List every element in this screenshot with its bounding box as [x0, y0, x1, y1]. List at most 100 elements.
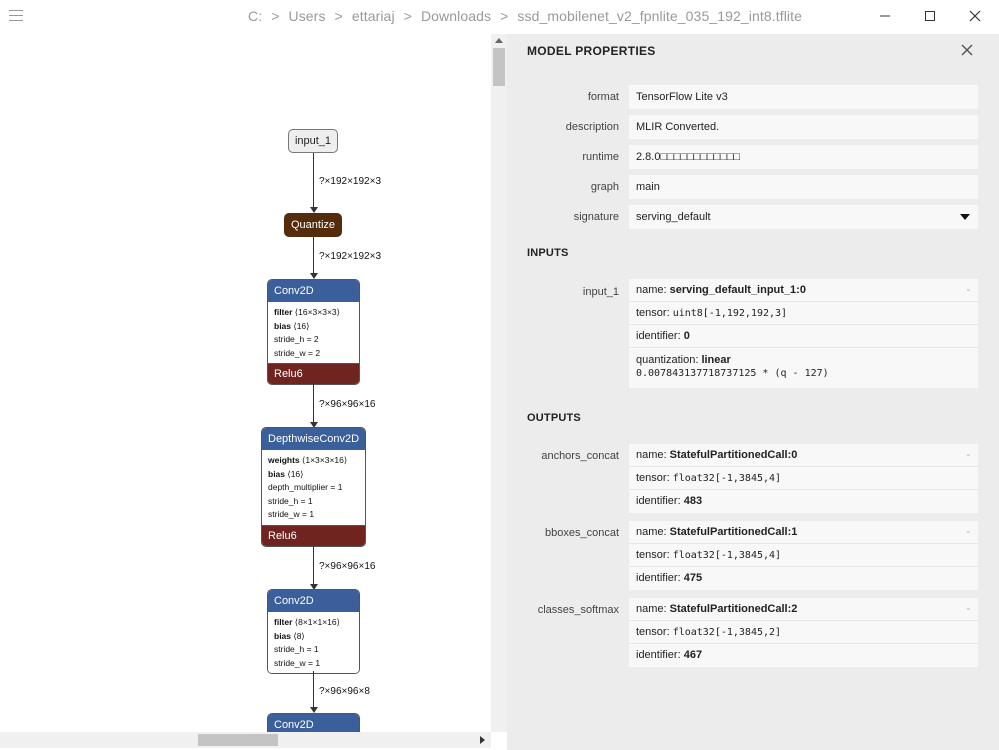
graph-node-input[interactable]: input_1 — [288, 129, 338, 153]
graph-node-depthwiseconv2d[interactable]: DepthwiseConv2D weights ⟨1×3×3×16⟩ bias … — [261, 427, 366, 547]
edge-label: ?×192×192×3 — [319, 251, 382, 262]
model-properties-panel: MODEL PROPERTIES format TensorFlow Lite … — [507, 34, 999, 750]
tensor-type: uint8[-1,192,192,3] — [672, 308, 788, 319]
attr-value: ⟨16×3×3×3⟩ — [294, 307, 340, 317]
title-bar: C: > Users > ettariaj > Downloads > ssd_mobilene… — [0, 0, 999, 34]
node-title: Conv2D — [268, 280, 359, 302]
graph-edge — [313, 546, 314, 584]
node-attributes: filter ⟨16×3×3×3⟩ bias ⟨16⟩ stride_h = 2… — [268, 302, 359, 363]
attr-stride-w: stride_w = 1 — [268, 509, 315, 519]
signature-select[interactable]: serving_default — [629, 205, 978, 229]
node-title: Conv2D — [268, 590, 359, 612]
tensor-name: StatefulPartitionedCall:1 — [669, 526, 798, 538]
name-prefix: name: — [636, 284, 670, 296]
graph-canvas[interactable]: input_1 ?×192×192×3 Quantize ?×192×192×3… — [0, 34, 491, 732]
attr-value: ⟨8⟩ — [293, 630, 305, 641]
breadcrumb-separator: > — [500, 8, 509, 24]
hamburger-menu-icon[interactable] — [9, 10, 23, 22]
tensor-identifier: 467 — [683, 649, 703, 661]
graph-node-conv2d[interactable]: Conv2D filter ⟨16×3×3×3⟩ bias ⟨16⟩ strid… — [267, 279, 360, 385]
graph-value: main — [629, 175, 978, 199]
breadcrumb-item[interactable]: Users — [288, 8, 325, 24]
tensor-name: StatefulPartitionedCall:0 — [669, 449, 798, 461]
tensor-identifier: 475 — [683, 572, 703, 584]
scroll-right-arrow-icon[interactable] — [480, 736, 485, 744]
close-icon[interactable] — [959, 42, 975, 58]
attr-value: ⟨8×1×1×16⟩ — [294, 617, 340, 627]
window-close-button[interactable] — [952, 0, 998, 32]
attr-stride-h: stride_h = 1 — [268, 495, 313, 506]
edge-label: ?×96×96×16 — [319, 561, 376, 572]
graph-node-conv2d[interactable]: Conv2D — [267, 713, 360, 732]
panel-title: MODEL PROPERTIES — [527, 44, 656, 58]
breadcrumb-item[interactable]: Downloads — [421, 8, 491, 24]
identifier-prefix: identifier: — [636, 330, 684, 342]
quantization-prefix: quantization: — [636, 354, 702, 366]
output-label: classes_softmax — [537, 604, 619, 616]
tensor-identifier: 0 — [683, 330, 690, 342]
chevron-down-icon — [960, 214, 970, 220]
outputs-section-title: OUTPUTS — [527, 412, 581, 424]
output-details: name: StatefulPartitionedCall:2 - tensor:… — [629, 598, 978, 667]
graph-node-conv2d[interactable]: Conv2D filter ⟨8×1×1×16⟩ bias ⟨8⟩ stride… — [267, 589, 360, 674]
tensor-type: float32[-1,3845,2] — [672, 627, 782, 638]
collapse-button[interactable]: - — [966, 598, 970, 621]
minimize-button[interactable] — [862, 0, 908, 32]
tensor-type: float32[-1,3845,4] — [672, 473, 782, 484]
graph-edge — [313, 153, 314, 207]
inputs-section-title: INPUTS — [527, 247, 569, 259]
horizontal-scrollbar-thumb[interactable] — [198, 734, 278, 746]
graph-label: graph — [590, 181, 619, 193]
identifier-prefix: identifier: — [636, 649, 684, 661]
edge-label: ?×192×192×3 — [319, 176, 382, 187]
quantization-formula: 0.007843137718737125 * (q - 127) — [636, 368, 829, 379]
node-title: Conv2D — [268, 714, 359, 732]
breadcrumb-item-file[interactable]: ssd_mobilenet_v2_fpnlite_035_192_int8.tf… — [517, 8, 802, 24]
attr-stride-h: stride_h = 1 — [274, 644, 319, 654]
breadcrumb-separator: > — [403, 8, 412, 24]
breadcrumb-item[interactable]: ettariaj — [352, 8, 395, 24]
graph-edge — [313, 384, 314, 422]
attr-name: bias — [274, 320, 292, 331]
attr-value: ⟨16⟩ — [287, 468, 304, 479]
attr-name: bias — [274, 630, 292, 641]
collapse-button[interactable]: - — [966, 521, 970, 544]
attr-name: bias — [268, 468, 286, 479]
tensor-type: float32[-1,3845,4] — [672, 550, 782, 561]
identifier-prefix: identifier: — [636, 495, 684, 507]
tensor-identifier: 483 — [683, 495, 703, 507]
tensor-prefix: tensor: — [636, 472, 673, 484]
node-activation: Relu6 — [262, 524, 365, 546]
scroll-up-arrow-icon[interactable] — [495, 38, 503, 43]
output-label: bboxes_concat — [545, 527, 619, 539]
vertical-scrollbar-thumb[interactable] — [493, 48, 505, 86]
breadcrumb-item[interactable]: C: — [248, 8, 262, 24]
vertical-scrollbar[interactable] — [491, 34, 507, 732]
breadcrumb-separator: > — [271, 8, 280, 24]
attr-value: ⟨16⟩ — [293, 320, 310, 331]
attr-name: weights — [268, 455, 300, 465]
name-prefix: name: — [636, 449, 670, 461]
signature-label: signature — [573, 211, 619, 223]
breadcrumb: C: > Users > ettariaj > Downloads > ssd_mobilene… — [248, 8, 802, 24]
node-title: DepthwiseConv2D — [262, 428, 365, 450]
graph-node-quantize[interactable]: Quantize — [284, 213, 342, 237]
tensor-prefix: tensor: — [636, 307, 673, 319]
collapse-button[interactable]: - — [966, 444, 970, 467]
collapse-button[interactable]: - — [966, 279, 970, 302]
maximize-button[interactable] — [907, 0, 953, 32]
output-details: name: StatefulPartitionedCall:1 - tensor:… — [629, 521, 978, 590]
edge-label: ?×96×96×8 — [319, 686, 370, 697]
format-value: TensorFlow Lite v3 — [629, 85, 978, 109]
close-icon — [969, 10, 981, 22]
name-prefix: name: — [636, 603, 670, 615]
runtime-label: runtime — [582, 151, 619, 163]
horizontal-scrollbar[interactable] — [0, 732, 491, 748]
output-details: name: StatefulPartitionedCall:0 - tensor:… — [629, 444, 978, 513]
breadcrumb-separator: > — [334, 8, 343, 24]
attr-stride-w: stride_w = 1 — [274, 657, 321, 668]
quantization-type: linear — [701, 354, 731, 366]
node-activation: Relu6 — [268, 363, 359, 384]
graph-edge — [313, 237, 314, 273]
node-attributes: filter ⟨8×1×1×16⟩ bias ⟨8⟩ stride_h = 1 … — [268, 612, 359, 673]
